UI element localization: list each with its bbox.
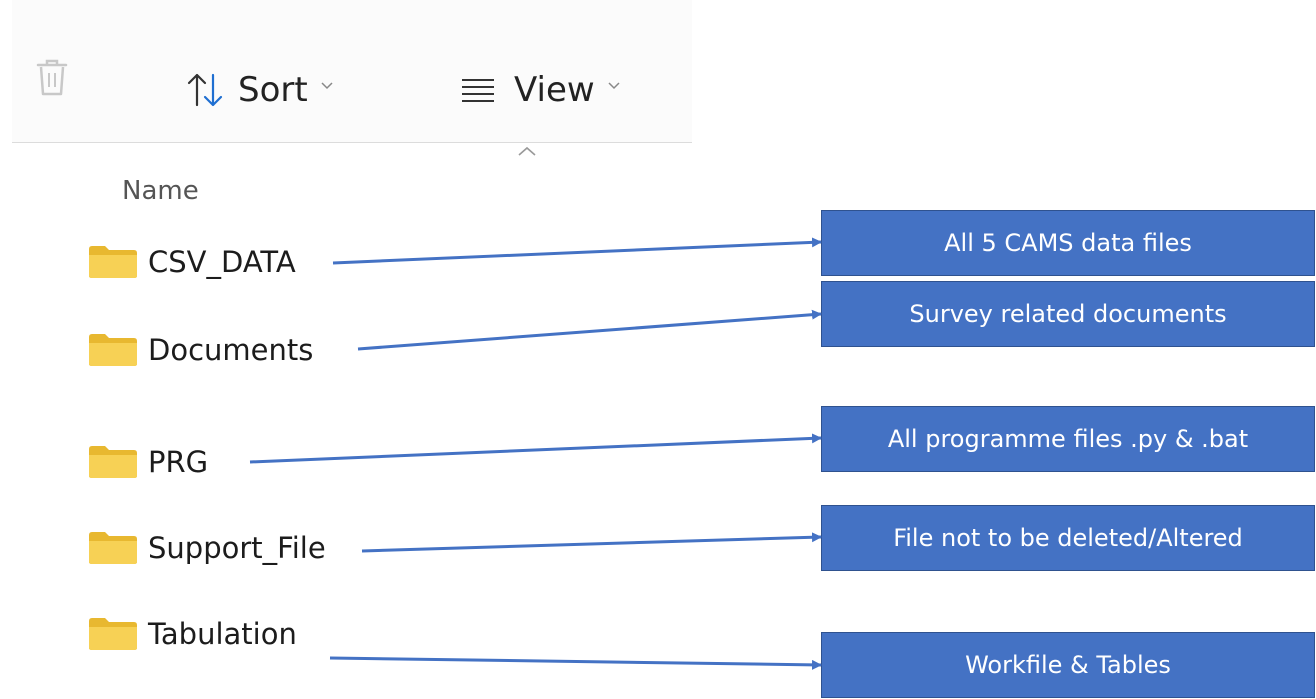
arrow-connector — [332, 237, 822, 265]
arrow-connector — [357, 309, 822, 351]
arrow-connector — [329, 656, 822, 670]
annotation-arrows — [249, 237, 822, 670]
arrow-connector — [249, 433, 822, 464]
arrow-connector — [361, 532, 822, 553]
